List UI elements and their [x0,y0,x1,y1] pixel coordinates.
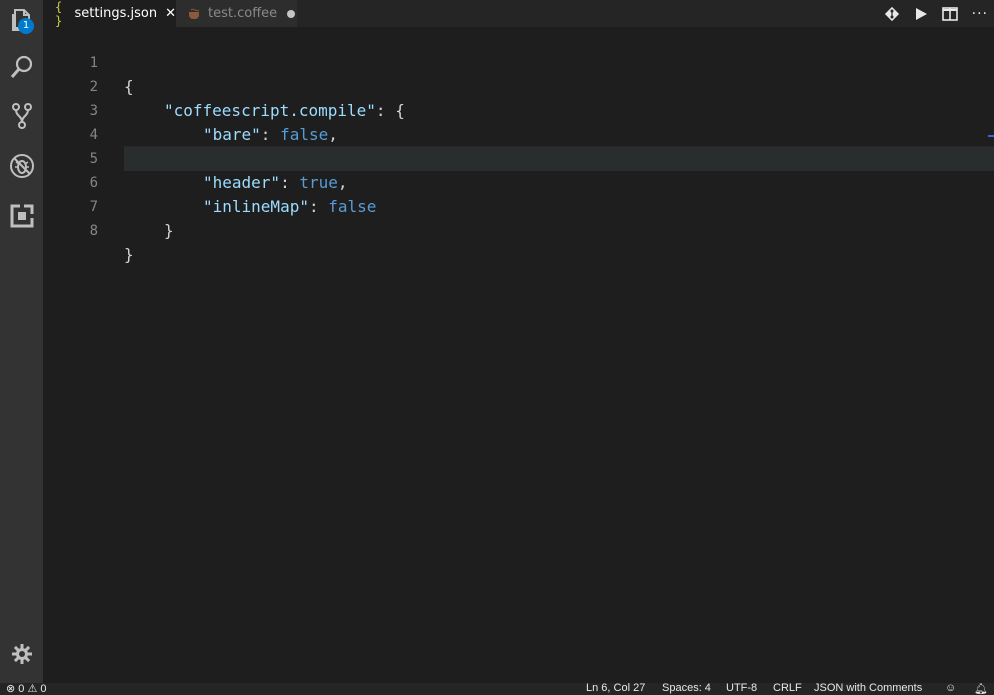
code-line-3: 3 "bare": false, [43,75,994,144]
code-line-6-current: 6 "inlineMap": false [90,146,994,216]
line-ending[interactable]: CRLF [773,683,802,694]
explorer-icon[interactable]: 1 [0,0,43,40]
brace-close: } [164,221,174,240]
code-editor[interactable]: 1 { 2 "coffeescript.compile": { 3 "bare"… [43,27,994,683]
overview-ruler-marker [988,135,994,137]
more-actions-icon[interactable]: ··· [972,6,988,22]
json-braces-icon: { } [55,0,63,28]
notifications-bell-icon[interactable]: 🔔︎ [974,683,988,695]
explorer-badge: 1 [18,18,34,34]
status-bar: ⊗ 0 ⚠ 0 Ln 6, Col 27 Spaces: 4 UTF-8 CRL… [0,683,994,695]
code-line-1: 1 { [43,27,994,96]
run-icon[interactable] [914,7,928,21]
split-editor-icon[interactable] [941,6,958,21]
warning-count: 0 [40,683,47,695]
warning-icon: ⚠ [27,683,38,695]
close-icon[interactable]: ✕ [165,6,176,21]
code-line-7: 7 } [43,171,994,240]
debug-icon[interactable] [0,146,43,186]
code-line-2: 2 "coffeescript.compile": { [43,51,994,120]
tab-bar: { } settings.json ✕ test.coffee ··· [43,0,994,28]
code-line-5: 5 "header": true, [43,123,994,192]
code-line-8: 8 } [43,195,994,264]
open-changes-icon[interactable] [884,6,900,22]
source-control-icon[interactable] [0,96,43,136]
extensions-icon[interactable] [0,196,43,236]
tab-label: settings.json [74,6,158,21]
tab-settings-json[interactable]: { } settings.json ✕ [43,0,176,28]
tab-test-coffee[interactable]: test.coffee [176,0,297,27]
activity-bar: 1 [0,0,43,683]
error-icon: ⊗ [6,683,16,695]
problems-indicator[interactable]: ⊗ 0 ⚠ 0 [6,683,47,695]
line-number: 8 [89,223,98,239]
language-mode[interactable]: JSON with Comments [814,683,922,694]
editor-actions: ··· [884,0,988,27]
code-line-4: 4 "sourceMap": true, [43,99,994,168]
line-number: 5 [89,151,98,167]
error-count: 0 [18,683,25,695]
cursor-position[interactable]: Ln 6, Col 27 [586,683,645,694]
encoding[interactable]: UTF-8 [726,683,757,694]
coffee-icon [188,8,202,20]
unsaved-dot-icon[interactable] [287,9,296,18]
search-icon[interactable] [0,47,43,87]
settings-gear-icon[interactable] [0,634,43,674]
brace-close: } [124,245,134,264]
feedback-smiley-icon[interactable]: ☺ [945,683,956,694]
tab-label: test.coffee [208,6,278,21]
indentation[interactable]: Spaces: 4 [662,683,711,694]
